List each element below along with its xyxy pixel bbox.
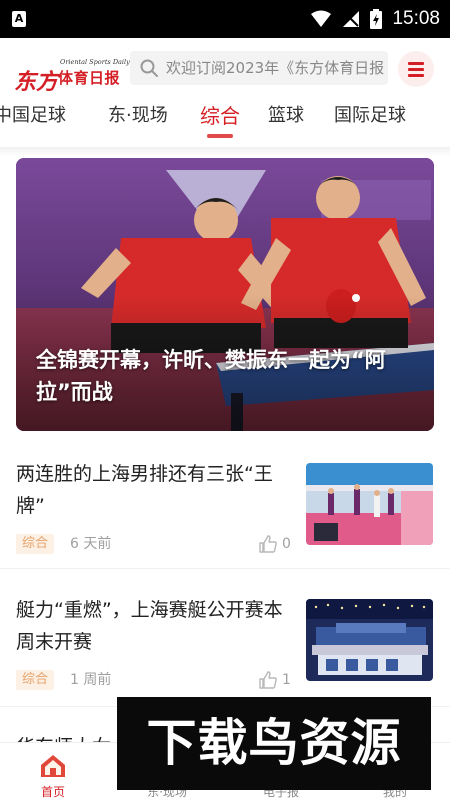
news-title: 两连胜的上海男排还有三张“王牌” [16, 463, 273, 517]
volleyball-photo [306, 463, 433, 545]
like-count: 1 [282, 672, 291, 688]
list-divider [0, 568, 450, 569]
battery-charging-icon [370, 9, 383, 29]
news-title: 艇力“重燃”，上海赛艇公开赛本周末开赛 [16, 599, 283, 653]
category-tabs: 中国足球 东·现场 综合 篮球 国际足球 [0, 100, 450, 146]
category-tag: 综合 [16, 534, 55, 554]
search-bar[interactable]: 欢迎订阅2023年《东方体育日报 [130, 51, 388, 85]
app-logo[interactable]: Oriental Sports Daily 东方 体育日报 [14, 50, 130, 95]
search-placeholder: 欢迎订阅2023年《东方体育日报 [166, 59, 385, 77]
logo-chinese-part1: 东方 [14, 69, 59, 95]
tab-basketball[interactable]: 篮球 [268, 100, 304, 136]
publish-time: 1 周前 [70, 672, 112, 688]
like-button[interactable]: 1 [258, 669, 291, 691]
category-tag: 综合 [16, 670, 55, 690]
wifi-icon [311, 10, 332, 27]
logo-chinese-part2: 体育日报 [58, 69, 121, 87]
active-tab-indicator [207, 134, 233, 138]
news-thumbnail [306, 463, 433, 545]
notification-icon: A [12, 11, 26, 27]
rowing-event-photo [306, 599, 433, 681]
nav-home[interactable]: 首页 [13, 743, 93, 800]
like-button[interactable]: 0 [258, 533, 291, 555]
hero-title: 全锦赛开幕，许昕、樊振东一起为“阿拉”而战 [36, 348, 386, 404]
app-header: Oriental Sports Daily 东方 体育日报 欢迎订阅2023年《… [0, 38, 450, 100]
logo-english: Oriental Sports Daily [60, 58, 130, 66]
tab-international-football[interactable]: 国际足球 [334, 100, 406, 136]
signal-icon [343, 11, 360, 27]
status-icons: 15:08 [310, 0, 440, 38]
tab-china-football[interactable]: 中国足球 [0, 100, 66, 136]
hamburger-menu-icon[interactable] [398, 51, 434, 87]
tab-live-scene[interactable]: 东·现场 [108, 100, 168, 136]
tab-general[interactable]: 综合 [200, 100, 240, 136]
tabs-divider [0, 147, 450, 157]
news-thumbnail [306, 599, 433, 681]
publish-time: 6 天前 [70, 536, 112, 552]
search-icon [140, 59, 158, 77]
hero-article-card[interactable]: 全锦赛开幕，许昕、樊振东一起为“阿拉”而战 [16, 158, 434, 431]
status-bar: A 15:08 [0, 0, 450, 38]
watermark-overlay: 下载鸟资源 [117, 697, 431, 790]
watermark-text: 下载鸟资源 [146, 714, 402, 772]
nav-home-label: 首页 [40, 785, 65, 799]
thumbs-up-icon [259, 535, 277, 553]
like-count: 0 [282, 536, 291, 552]
home-icon [41, 755, 65, 777]
clock: 15:08 [392, 8, 440, 29]
thumbs-up-icon [259, 671, 277, 689]
